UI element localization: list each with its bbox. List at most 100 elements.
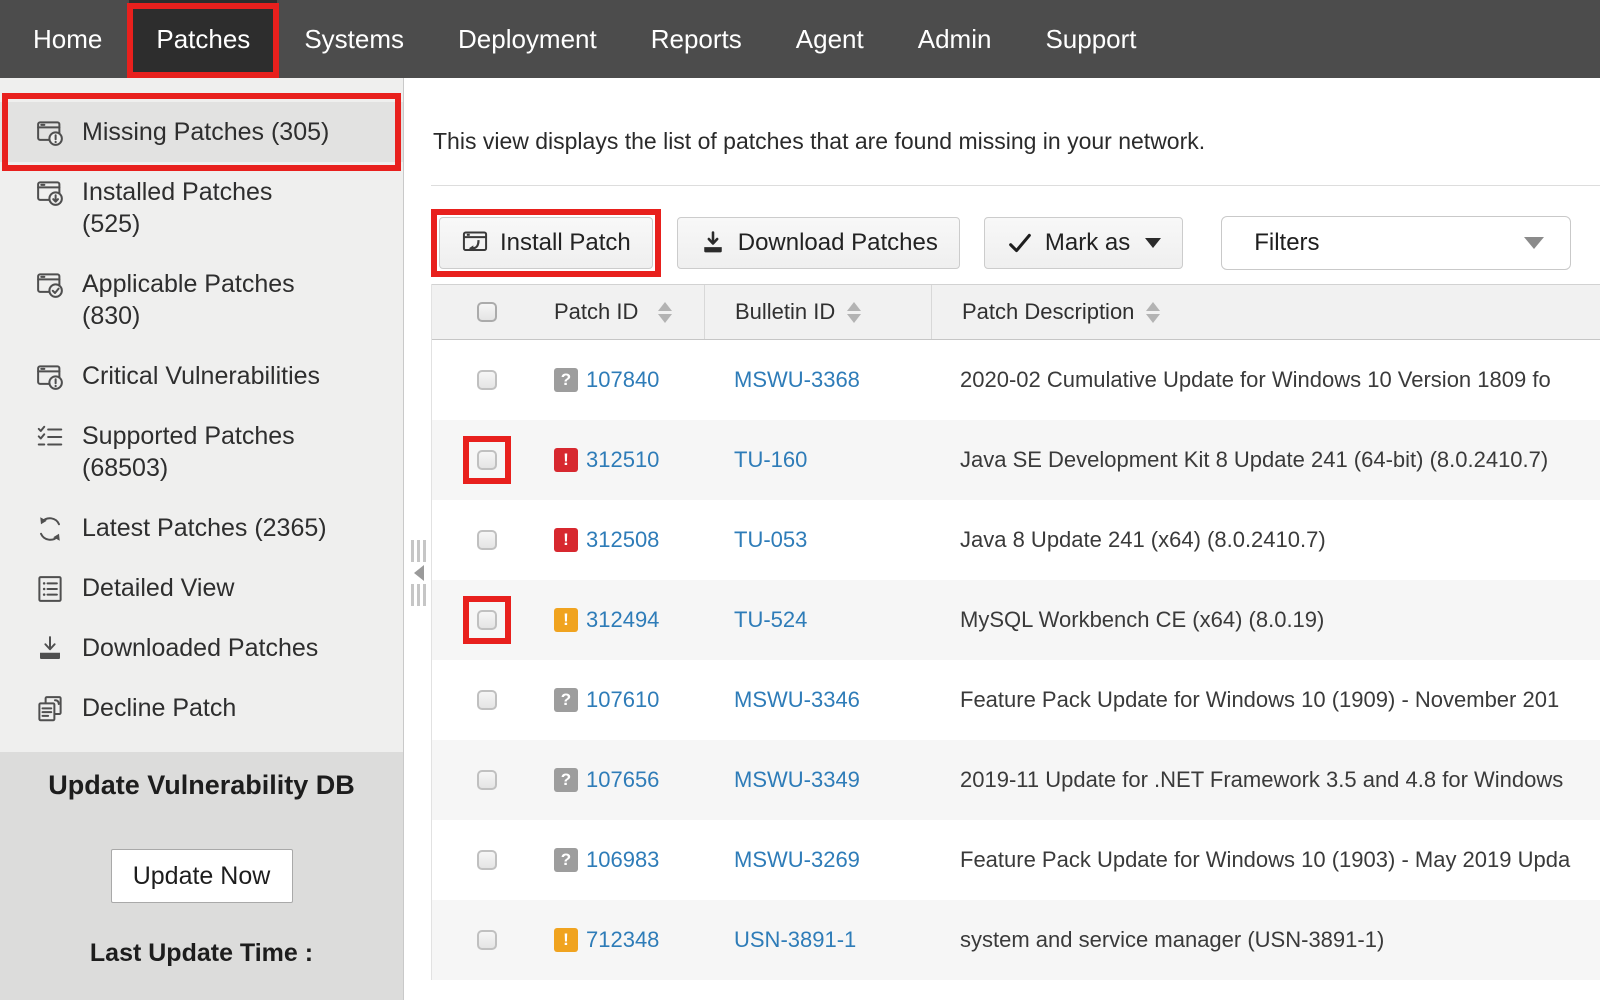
detailed-view-icon bbox=[35, 574, 65, 604]
nav-item-label: Deployment bbox=[458, 24, 597, 55]
patch-description-text: MySQL Workbench CE (x64) (8.0.19) bbox=[960, 607, 1324, 633]
download-patches-label: Download Patches bbox=[738, 229, 938, 257]
bulletin-id-link[interactable]: TU-160 bbox=[734, 447, 807, 473]
download-patches-button[interactable]: Download Patches bbox=[677, 217, 960, 269]
patch-description-text: Java 8 Update 241 (x64) (8.0.2410.7) bbox=[960, 527, 1326, 553]
sidebar-item-detailed-view[interactable]: Detailed View bbox=[0, 558, 403, 618]
download-icon bbox=[699, 229, 727, 257]
patch-id-link[interactable]: 107840 bbox=[586, 367, 659, 393]
patch-description-cell: Java SE Development Kit 8 Update 241 (64… bbox=[930, 447, 1600, 473]
mark-as-button[interactable]: Mark as bbox=[984, 217, 1183, 269]
nav-item-admin[interactable]: Admin bbox=[891, 0, 1019, 78]
sort-icon[interactable] bbox=[847, 302, 861, 323]
unknown-severity-icon: ? bbox=[554, 768, 578, 792]
patch-description-cell: Feature Pack Update for Windows 10 (1903… bbox=[930, 847, 1600, 873]
sidebar-collapse-handle[interactable] bbox=[409, 540, 429, 606]
row-select-cell bbox=[432, 770, 542, 790]
nav-item-support[interactable]: Support bbox=[1018, 0, 1163, 78]
sidebar-item-downloaded-patches[interactable]: Downloaded Patches bbox=[0, 618, 403, 678]
table-row: !312510TU-160Java SE Development Kit 8 U… bbox=[432, 420, 1600, 500]
unknown-severity-icon: ? bbox=[554, 688, 578, 712]
install-patch-annotation-wrap: Install Patch bbox=[439, 217, 653, 269]
sidebar-item-decline-patch[interactable]: Decline Patch bbox=[0, 678, 403, 738]
bulletin-id-link[interactable]: MSWU-3269 bbox=[734, 847, 860, 873]
update-vulnerability-db-panel: Update Vulnerability DB Update Now Last … bbox=[0, 752, 403, 1000]
row-checkbox[interactable] bbox=[477, 610, 497, 630]
column-header-label: Patch Description bbox=[962, 299, 1134, 325]
sort-up-arrow-icon bbox=[847, 302, 861, 311]
view-description: This view displays the list of patches t… bbox=[433, 128, 1600, 155]
critical-vulnerabilities-icon bbox=[35, 362, 65, 392]
sidebar-item-applicable-patches[interactable]: Applicable Patches (830) bbox=[0, 254, 403, 346]
sidebar-item-label: Downloaded Patches bbox=[82, 632, 318, 664]
nav-item-home[interactable]: Home bbox=[6, 0, 129, 78]
patch-id-link[interactable]: 106983 bbox=[586, 847, 659, 873]
sidebar-item-label: Latest Patches (2365) bbox=[82, 512, 327, 544]
patch-id-link[interactable]: 107610 bbox=[586, 687, 659, 713]
bulletin-id-link[interactable]: TU-053 bbox=[734, 527, 807, 553]
checkbox-wrap bbox=[477, 930, 497, 950]
last-update-time-label: Last Update Time : bbox=[90, 939, 313, 968]
sort-up-arrow-icon bbox=[658, 302, 672, 311]
row-checkbox[interactable] bbox=[477, 850, 497, 870]
nav-item-reports[interactable]: Reports bbox=[624, 0, 769, 78]
sidebar-item-installed-patches[interactable]: Installed Patches (525) bbox=[0, 162, 403, 254]
nav-item-deployment[interactable]: Deployment bbox=[431, 0, 624, 78]
nav-item-agent[interactable]: Agent bbox=[769, 0, 891, 78]
patch-id-link[interactable]: 107656 bbox=[586, 767, 659, 793]
sidebar-item-latest-patches[interactable]: Latest Patches (2365) bbox=[0, 498, 403, 558]
install-patch-button[interactable]: Install Patch bbox=[439, 217, 653, 269]
sidebar-item-label: Decline Patch bbox=[82, 692, 236, 724]
row-checkbox[interactable] bbox=[477, 530, 497, 550]
patch-id-link[interactable]: 712348 bbox=[586, 927, 659, 953]
column-header-patch-description[interactable]: Patch Description bbox=[931, 285, 1600, 339]
row-checkbox[interactable] bbox=[477, 770, 497, 790]
row-checkbox[interactable] bbox=[477, 690, 497, 710]
filters-dropdown[interactable]: Filters bbox=[1221, 216, 1571, 270]
applicable-patches-icon bbox=[35, 270, 65, 300]
patch-id-link[interactable]: 312508 bbox=[586, 527, 659, 553]
bulletin-id-link[interactable]: MSWU-3346 bbox=[734, 687, 860, 713]
bulletin-id-link[interactable]: MSWU-3349 bbox=[734, 767, 860, 793]
checkmark-icon bbox=[1006, 229, 1034, 257]
mark-as-label: Mark as bbox=[1045, 229, 1130, 257]
sort-icon[interactable] bbox=[658, 302, 672, 323]
supported-patches-icon bbox=[35, 422, 65, 452]
row-select-cell bbox=[432, 450, 542, 470]
patch-id-cell: !312508 bbox=[542, 527, 704, 553]
checkbox-wrap bbox=[477, 610, 497, 630]
sort-down-arrow-icon bbox=[1146, 314, 1160, 323]
nav-item-label: Support bbox=[1045, 24, 1136, 55]
select-all-checkbox[interactable] bbox=[477, 302, 497, 322]
sidebar-item-supported-patches[interactable]: Supported Patches (68503) bbox=[0, 406, 403, 498]
patch-id-cell: ?106983 bbox=[542, 847, 704, 873]
bulletin-id-link[interactable]: TU-524 bbox=[734, 607, 807, 633]
divider bbox=[431, 185, 1600, 186]
filters-label: Filters bbox=[1254, 229, 1319, 257]
nav-item-systems[interactable]: Systems bbox=[277, 0, 431, 78]
bulletin-id-link[interactable]: MSWU-3368 bbox=[734, 367, 860, 393]
update-now-button[interactable]: Update Now bbox=[111, 849, 293, 903]
row-select-cell bbox=[432, 690, 542, 710]
column-header-label: Bulletin ID bbox=[735, 299, 835, 325]
row-checkbox[interactable] bbox=[477, 450, 497, 470]
bulletin-id-link[interactable]: USN-3891-1 bbox=[734, 927, 856, 953]
update-db-title: Update Vulnerability DB bbox=[48, 770, 355, 801]
sidebar-item-missing-patches[interactable]: Missing Patches (305) bbox=[0, 102, 403, 162]
row-checkbox[interactable] bbox=[477, 930, 497, 950]
row-checkbox[interactable] bbox=[477, 370, 497, 390]
install-patch-label: Install Patch bbox=[500, 229, 631, 257]
patch-id-link[interactable]: 312494 bbox=[586, 607, 659, 633]
patch-id-link[interactable]: 312510 bbox=[586, 447, 659, 473]
column-header-bulletin-id[interactable]: Bulletin ID bbox=[704, 285, 931, 339]
sidebar: Missing Patches (305)Installed Patches (… bbox=[0, 78, 404, 1000]
decline-patch-icon bbox=[35, 694, 65, 724]
body-layout: Missing Patches (305)Installed Patches (… bbox=[0, 78, 1600, 1000]
sort-icon[interactable] bbox=[1146, 302, 1160, 323]
column-header-patch-id[interactable]: Patch ID bbox=[542, 285, 704, 339]
patch-description-cell: Feature Pack Update for Windows 10 (1909… bbox=[930, 687, 1600, 713]
sidebar-item-critical-vulnerabilities[interactable]: Critical Vulnerabilities bbox=[0, 346, 403, 406]
sort-down-arrow-icon bbox=[847, 314, 861, 323]
sidebar-menu: Missing Patches (305)Installed Patches (… bbox=[0, 78, 403, 738]
nav-item-patches[interactable]: Patches bbox=[129, 0, 277, 78]
